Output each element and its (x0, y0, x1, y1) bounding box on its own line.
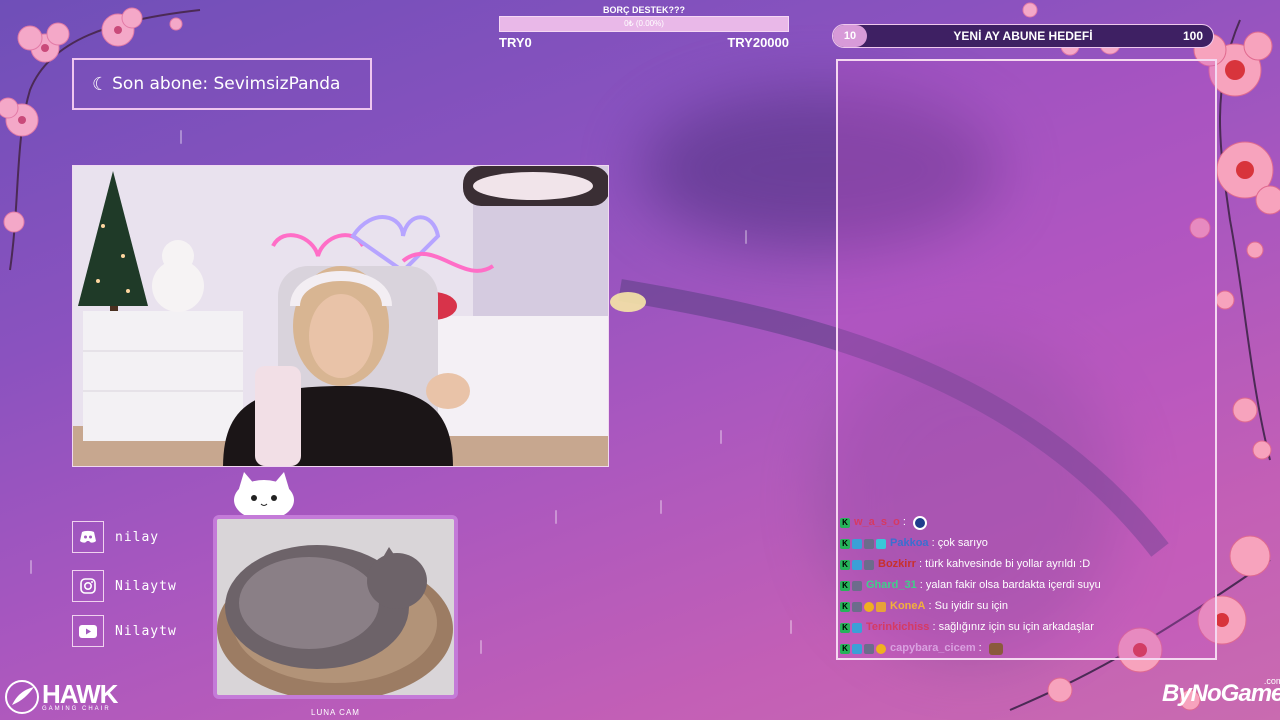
chat-messages: Kw_a_s_o : K Pakkoa : çok sarıyo K Bozkirr … (840, 512, 1220, 659)
hawk-feather-icon (5, 680, 39, 714)
kick-badge-icon: K (840, 601, 850, 612)
chat-username[interactable]: KoneA (890, 596, 925, 617)
last-subscriber-panel: ☾ Son abone: SevimsizPanda (72, 58, 372, 110)
chat-separator: : (929, 621, 939, 633)
hawk-logo-subtext: GAMING CHAIR (42, 706, 111, 712)
chat-badge-icon (864, 601, 874, 612)
chat-message: K KoneA : Su iyidir su için (840, 596, 1220, 617)
social-discord[interactable]: nilay (72, 521, 159, 553)
donation-progress-bar: 0₺ (0.00%) (499, 16, 789, 32)
webcam-feed (72, 165, 609, 467)
kick-badge-icon: K (840, 559, 850, 570)
chat-badge-icon (852, 601, 862, 612)
chat-username[interactable]: Pakkoa (890, 533, 929, 554)
chat-text: sağlığınız için su için arkadaşlar (938, 621, 1094, 633)
chat-message: K Pakkoa : çok sarıyo (840, 533, 1220, 554)
cat-cam-label: LUNA CAM (311, 708, 360, 717)
discord-icon (72, 521, 104, 553)
sub-goal-bar: YENİ AY ABUNE HEDEFİ 10 100 (832, 24, 1214, 48)
chat-text: Su iyidir su için (934, 600, 1008, 612)
chat-text: çok sarıyo (937, 537, 988, 549)
webcam-scene (73, 166, 608, 466)
chat-username[interactable]: Terinkichiss (866, 617, 929, 638)
donation-title: BORÇ DESTEK??? (603, 5, 685, 15)
rain-streak (720, 430, 722, 444)
emote-icon (988, 642, 1003, 655)
kick-badge-icon: K (840, 517, 850, 528)
chat-separator: : (925, 600, 935, 612)
rain-streak (555, 510, 557, 524)
chat-text: türk kahvesinde bi yollar ayrıldı :D (925, 558, 1091, 570)
bynogame-logo-domain: .com (1263, 676, 1280, 686)
donation-goal: BORÇ DESTEK??? 0₺ (0.00%) TRY0 TRY20000 (499, 4, 789, 50)
cat-cam-feed (213, 515, 458, 699)
social-instagram[interactable]: Nilaytw (72, 570, 177, 602)
hawk-logo-text: HAWK (42, 679, 118, 709)
donation-percent: 0₺ (0.00%) (624, 19, 664, 28)
chat-badge-icon (852, 622, 862, 633)
donation-min: TRY0 (499, 35, 532, 50)
sub-goal-current: 10 (833, 25, 867, 47)
chat-badge-icon (864, 538, 874, 549)
chat-badge-icon (852, 538, 862, 549)
donation-max: TRY20000 (727, 35, 789, 50)
emote-icon (913, 515, 928, 530)
kick-badge-icon: K (840, 622, 850, 633)
chat-badge-icon (876, 643, 886, 654)
chat-separator: : (928, 537, 938, 549)
chat-badge-icon (876, 601, 886, 612)
youtube-icon (72, 615, 104, 647)
bynogame-logo: ByNoGame .com (1162, 676, 1280, 708)
moon-icon: ☾ (92, 73, 109, 94)
sub-goal-label: YENİ AY ABUNE HEDEFİ (953, 29, 1093, 43)
last-subscriber-text: Son abone: SevimsizPanda (112, 74, 341, 94)
chat-badge-icon (864, 643, 874, 654)
discord-handle: nilay (115, 529, 160, 545)
chat-badge-icon (876, 538, 886, 549)
chat-message: Kcapybara_cicem : (840, 638, 1220, 659)
rain-streak (660, 500, 662, 514)
rain-streak (480, 640, 482, 654)
chat-separator: : (916, 579, 926, 591)
chat-username[interactable]: Ghard_31 (866, 575, 917, 596)
chat-message: K Terinkichiss : sağlığınız için su için … (840, 617, 1220, 638)
kick-badge-icon: K (840, 643, 850, 654)
chat-separator: : (899, 516, 910, 528)
sub-goal-target: 100 (1182, 29, 1203, 43)
hawk-logo: HAWK GAMING CHAIR (4, 679, 118, 715)
instagram-handle: Nilaytw (115, 578, 177, 594)
kick-badge-icon: K (840, 580, 850, 591)
bynogame-logo-text: ByNoGame (1162, 680, 1280, 707)
youtube-handle: Nilaytw (115, 623, 177, 639)
chat-username[interactable]: w_a_s_o (854, 512, 900, 533)
chat-username[interactable]: Bozkirr (878, 554, 916, 575)
instagram-icon (72, 570, 104, 602)
rain-streak (790, 620, 792, 634)
chat-separator: : (915, 558, 926, 570)
cat-cam-scene (217, 519, 454, 695)
chat-badge-icon (864, 559, 874, 570)
chat-badge-icon (852, 580, 862, 591)
rain-streak (745, 230, 747, 244)
social-youtube[interactable]: Nilaytw (72, 615, 177, 647)
chat-message: K Bozkirr : türk kahvesinde bi yollar ayr… (840, 554, 1220, 575)
chat-username[interactable]: capybara_cicem (890, 638, 976, 659)
kick-badge-icon: K (840, 538, 850, 549)
chat-badge-icon (852, 643, 862, 654)
chat-text: yalan fakir olsa bardakta içerdi suyu (925, 579, 1101, 591)
rain-streak (30, 560, 32, 574)
chat-badge-icon (852, 559, 862, 570)
chat-separator: : (975, 642, 985, 654)
chat-message: Kw_a_s_o : (840, 512, 1220, 533)
chat-message: K Ghard_31 : yalan fakir olsa bardakta iç… (840, 575, 1220, 596)
